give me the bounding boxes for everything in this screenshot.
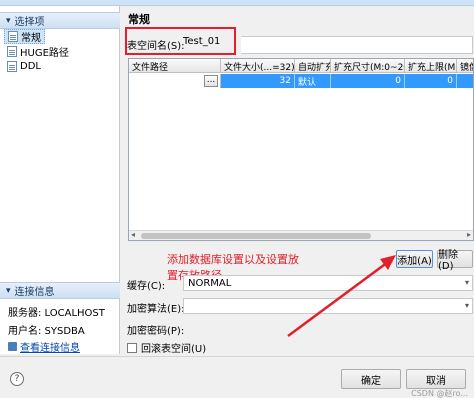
view-connection-link[interactable]: 查看连接信息 — [8, 339, 80, 354]
col-file-path[interactable]: 文件路径 — [129, 59, 221, 73]
nav-item-ddl[interactable]: DDL — [4, 59, 44, 74]
delete-button[interactable]: 删除(D) — [437, 250, 473, 272]
cache-label: 缓存(C): — [127, 281, 166, 292]
highlight-box — [125, 27, 236, 55]
cell-auto-extend[interactable]: 默认 — [295, 74, 331, 88]
nav-item-label: 常规 — [21, 33, 41, 44]
cell-size[interactable]: 32 — [221, 74, 295, 88]
nav-item-label: DDL — [20, 61, 41, 72]
datafile-grid[interactable]: 文件路径 文件大小(...=32) 自动扩充 扩充尺寸(M:0~20 扩充上限(… — [128, 58, 474, 241]
grid-header: 文件路径 文件大小(...=32) 自动扩充 扩充尺寸(M:0~20 扩充上限(… — [129, 59, 473, 73]
nav-item-huge-path[interactable]: HUGE路径 — [4, 44, 72, 59]
ok-button[interactable]: 确定 — [341, 369, 401, 389]
connection-icon — [8, 342, 17, 351]
cell-extend-limit[interactable]: 0 — [405, 74, 457, 88]
col-file-size[interactable]: 文件大小(...=32) — [221, 59, 295, 73]
chevron-down-icon: ▾ — [6, 15, 11, 26]
help-icon[interactable]: ? — [10, 372, 24, 386]
add-button[interactable]: 添加(A) — [396, 250, 433, 268]
watermark: CSDN @赵ro... — [411, 389, 468, 398]
scroll-left-icon[interactable]: ◂ — [131, 230, 135, 239]
cell-mirror[interactable] — [457, 74, 473, 88]
table-row[interactable]: ... 32 默认 0 0 — [129, 74, 473, 88]
server-info: 服务器: LOCALHOST — [8, 308, 105, 319]
page-title: 常规 — [128, 13, 150, 26]
browse-path-button[interactable]: ... — [204, 75, 218, 87]
rollback-checkbox[interactable]: 回滚表空间(U) — [127, 340, 206, 355]
cell-extend-size[interactable]: 0 — [331, 74, 405, 88]
encrypt-select[interactable]: ▾ — [183, 298, 473, 314]
nav-item-label: HUGE路径 — [20, 48, 69, 59]
scroll-right-icon[interactable]: ▸ — [467, 230, 471, 239]
chevron-down-icon: ▾ — [464, 301, 469, 310]
main-panel: 常规 表空间名(S): Test_01 文件路径 文件大小(...=32) 自动… — [121, 6, 474, 355]
scrollbar-thumb[interactable] — [141, 233, 371, 239]
rollback-label: 回滚表空间(U) — [141, 344, 207, 355]
col-extend-size[interactable]: 扩充尺寸(M:0~20 — [331, 59, 405, 73]
tablespace-input-extension[interactable] — [241, 36, 473, 54]
view-connection-label: 查看连接信息 — [20, 343, 80, 354]
nav-item-general[interactable]: 常规 — [4, 29, 45, 44]
document-icon — [7, 46, 17, 57]
footer-bar: ? 确定 取消 CSDN @赵ro... — [0, 356, 474, 398]
horizontal-scrollbar[interactable]: ◂ ▸ — [129, 230, 473, 240]
cancel-button[interactable]: 取消 — [406, 369, 466, 389]
chevron-down-icon: ▾ — [464, 278, 469, 287]
user-info: 用户名: SYSDBA — [8, 326, 85, 337]
select-section-header[interactable]: ▾ 选择项 — [0, 12, 120, 29]
checkbox[interactable] — [127, 342, 137, 353]
document-icon — [7, 61, 17, 72]
col-mirror[interactable]: 镜像 — [457, 59, 473, 73]
cache-value: NORMAL — [188, 277, 232, 289]
left-panel: ▾ 选择项 常规 HUGE路径 DDL ▾ 连接信息 服务器: LOCALHOS… — [0, 6, 120, 354]
col-extend-limit[interactable]: 扩充上限(M — [405, 59, 457, 73]
cache-select[interactable]: NORMAL ▾ — [183, 275, 473, 291]
connection-section-label: 连接信息 — [14, 287, 55, 298]
password-label: 加密密码(P): — [127, 326, 185, 337]
col-auto-extend[interactable]: 自动扩充 — [295, 59, 331, 73]
cell-path[interactable]: ... — [129, 74, 221, 88]
encrypt-label: 加密算法(E): — [127, 304, 185, 315]
select-section-label: 选择项 — [14, 17, 45, 28]
connection-section-header[interactable]: ▾ 连接信息 — [0, 282, 120, 299]
document-icon — [8, 31, 18, 42]
chevron-down-icon: ▾ — [6, 285, 11, 296]
